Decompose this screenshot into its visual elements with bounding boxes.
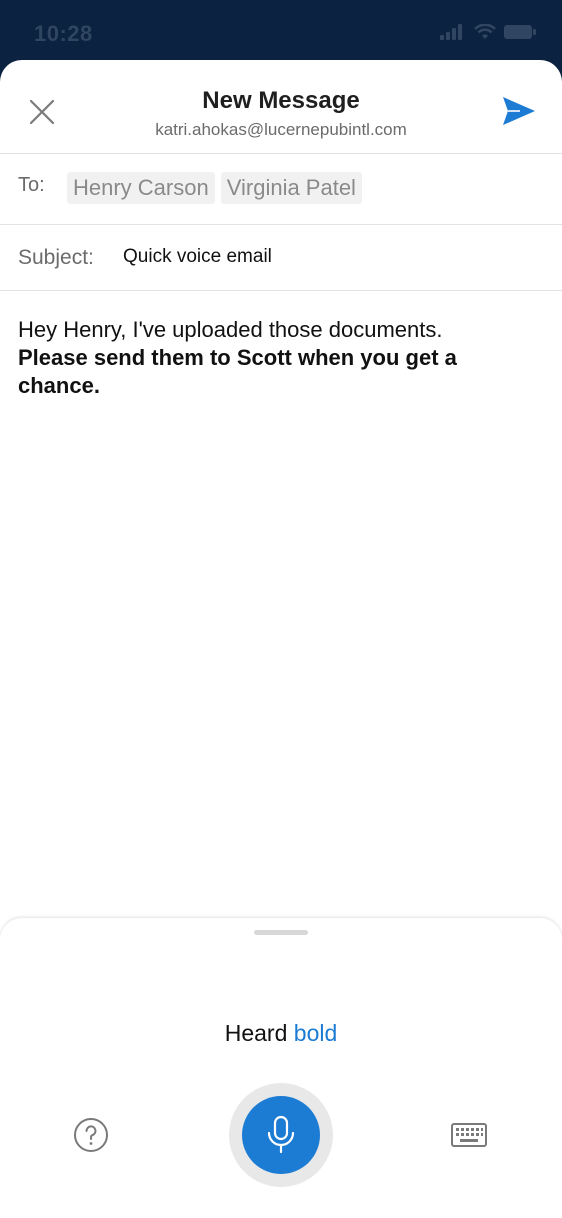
recipient-chip[interactable]: Henry Carson bbox=[67, 172, 215, 204]
microphone-icon bbox=[267, 1115, 295, 1154]
microphone-button[interactable] bbox=[229, 1083, 333, 1187]
heard-command: bold bbox=[293, 1020, 338, 1046]
help-button[interactable] bbox=[73, 1117, 109, 1153]
subject-label: Subject: bbox=[18, 246, 94, 269]
help-icon bbox=[74, 1118, 108, 1152]
to-label: To: bbox=[18, 174, 45, 196]
battery-icon bbox=[504, 25, 536, 39]
status-time: 10:28 bbox=[34, 21, 93, 46]
keyboard-icon bbox=[451, 1123, 487, 1147]
drag-handle[interactable] bbox=[254, 930, 308, 935]
microphone-button-inner bbox=[242, 1096, 320, 1174]
heard-status: Heard bold bbox=[0, 1020, 562, 1047]
cellular-signal-icon bbox=[440, 24, 462, 40]
to-field[interactable]: To: Henry Carson Virginia Patel bbox=[0, 154, 562, 225]
subject-input[interactable]: Quick voice email bbox=[123, 246, 272, 268]
recipient-chip[interactable]: Virginia Patel bbox=[220, 172, 362, 204]
sender-account: katri.ahokas@lucernepubintl.com bbox=[155, 120, 407, 139]
subject-field[interactable]: Subject: Quick voice email bbox=[0, 225, 562, 291]
keyboard-button[interactable] bbox=[451, 1123, 487, 1147]
compose-header: New Message katri.ahokas@lucernepubintl.… bbox=[0, 60, 562, 154]
page-title: New Message bbox=[202, 87, 360, 114]
send-button[interactable] bbox=[500, 92, 538, 130]
recipient-list: Henry Carson Virginia Patel bbox=[67, 172, 362, 204]
status-icons bbox=[440, 24, 536, 40]
heard-prefix: Heard bbox=[224, 1020, 288, 1046]
body-plain-text: Hey Henry, I've uploaded those documents… bbox=[18, 317, 443, 342]
message-body[interactable]: Hey Henry, I've uploaded those documents… bbox=[18, 316, 532, 400]
status-bar: 10:28 bbox=[0, 0, 562, 60]
body-bold-text: Please send them to Scott when you get a… bbox=[18, 345, 457, 398]
send-icon bbox=[503, 97, 535, 125]
wifi-icon bbox=[474, 24, 496, 39]
voice-dictation-panel: Heard bold bbox=[0, 918, 562, 1218]
